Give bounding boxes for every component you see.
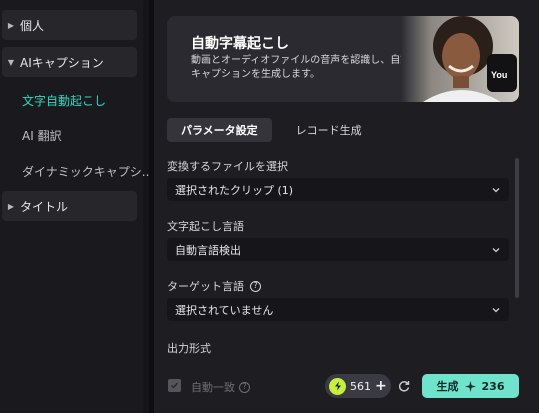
target-language-dropdown[interactable]: 選択されていません <box>167 298 509 321</box>
file-select-dropdown[interactable]: 選択されたクリップ (1) <box>167 178 509 201</box>
chevron-down-icon <box>492 247 500 252</box>
chevron-down-icon: ▼ <box>7 57 15 67</box>
footer-bar: 自動一致 ? 561 + 生成 236 <box>154 368 539 404</box>
sidebar-group-label: AIキャプション <box>20 55 104 70</box>
feature-banner: 自動字幕起こし 動画とオーディオファイルの音声を認識し、自動キャプションを生成し… <box>167 16 519 102</box>
language-dropdown[interactable]: 自動言語検出 <box>167 238 509 261</box>
sidebar-group-title[interactable]: ▶ タイトル <box>2 191 137 221</box>
lightning-icon <box>329 377 346 395</box>
credits-count: 561 <box>350 379 371 393</box>
sidebar-item-auto-transcription[interactable]: 文字自動起こし <box>22 92 106 109</box>
credits-badge[interactable]: 561 + <box>325 374 391 398</box>
scrollbar[interactable] <box>515 158 519 298</box>
generate-label: 生成 <box>436 380 459 393</box>
tab-bar: パラメータ設定 レコード生成 <box>167 118 376 142</box>
youtube-logo-text: You <box>491 70 507 80</box>
help-icon[interactable]: ? <box>250 280 261 292</box>
generate-cost: 236 <box>481 379 505 393</box>
file-select-value: 選択されたクリップ (1) <box>175 183 294 197</box>
plus-icon[interactable]: + <box>375 378 387 394</box>
chevron-right-icon: ▶ <box>7 201 15 211</box>
target-language-label-text: ターゲット言語 <box>167 280 244 293</box>
banner-description: 動画とオーディオファイルの音声を認識し、自動キャプションを生成します。 <box>191 55 411 80</box>
language-label: 文字起こし言語 <box>167 220 244 233</box>
auto-match-label: 自動一致 ? <box>191 379 250 395</box>
chevron-down-icon <box>492 307 500 312</box>
help-icon[interactable]: ? <box>239 381 250 393</box>
sidebar-item-dynamic-caption[interactable]: ダイナミックキャプシ... <box>22 163 153 180</box>
auto-match-checkbox[interactable] <box>168 379 181 392</box>
auto-match-label-text: 自動一致 <box>191 381 235 394</box>
sidebar-group-label: タイトル <box>20 199 69 214</box>
file-select-label: 変換するファイルを選択 <box>167 160 288 173</box>
output-format-label: 出力形式 <box>167 342 211 355</box>
target-language-value: 選択されていません <box>175 303 274 317</box>
tab-parameter-settings[interactable]: パラメータ設定 <box>167 118 272 142</box>
tab-record-generation[interactable]: レコード生成 <box>282 118 376 142</box>
sidebar-group-personal[interactable]: ▶ 個人 <box>2 10 137 40</box>
chevron-down-icon <box>492 187 500 192</box>
banner-title: 自動字幕起こし <box>191 36 289 52</box>
sidebar: ▶ 個人 ▼ AIキャプション 文字自動起こし AI 翻訳 ダイナミックキャプシ… <box>0 0 153 413</box>
target-language-label: ターゲット言語 ? <box>167 278 261 294</box>
checkmark-icon <box>170 382 179 389</box>
refresh-icon[interactable] <box>397 379 411 393</box>
banner-photo: You <box>401 16 519 102</box>
sparkle-icon <box>464 380 476 392</box>
sidebar-group-label: 個人 <box>20 18 45 33</box>
sidebar-group-ai-caption[interactable]: ▼ AIキャプション <box>2 47 137 77</box>
language-value: 自動言語検出 <box>175 243 241 257</box>
main-panel: 自動字幕起こし 動画とオーディオファイルの音声を認識し、自動キャプションを生成し… <box>154 0 539 413</box>
sidebar-item-ai-translation[interactable]: AI 翻訳 <box>22 127 62 144</box>
chevron-right-icon: ▶ <box>7 20 15 30</box>
generate-button[interactable]: 生成 236 <box>422 374 519 398</box>
